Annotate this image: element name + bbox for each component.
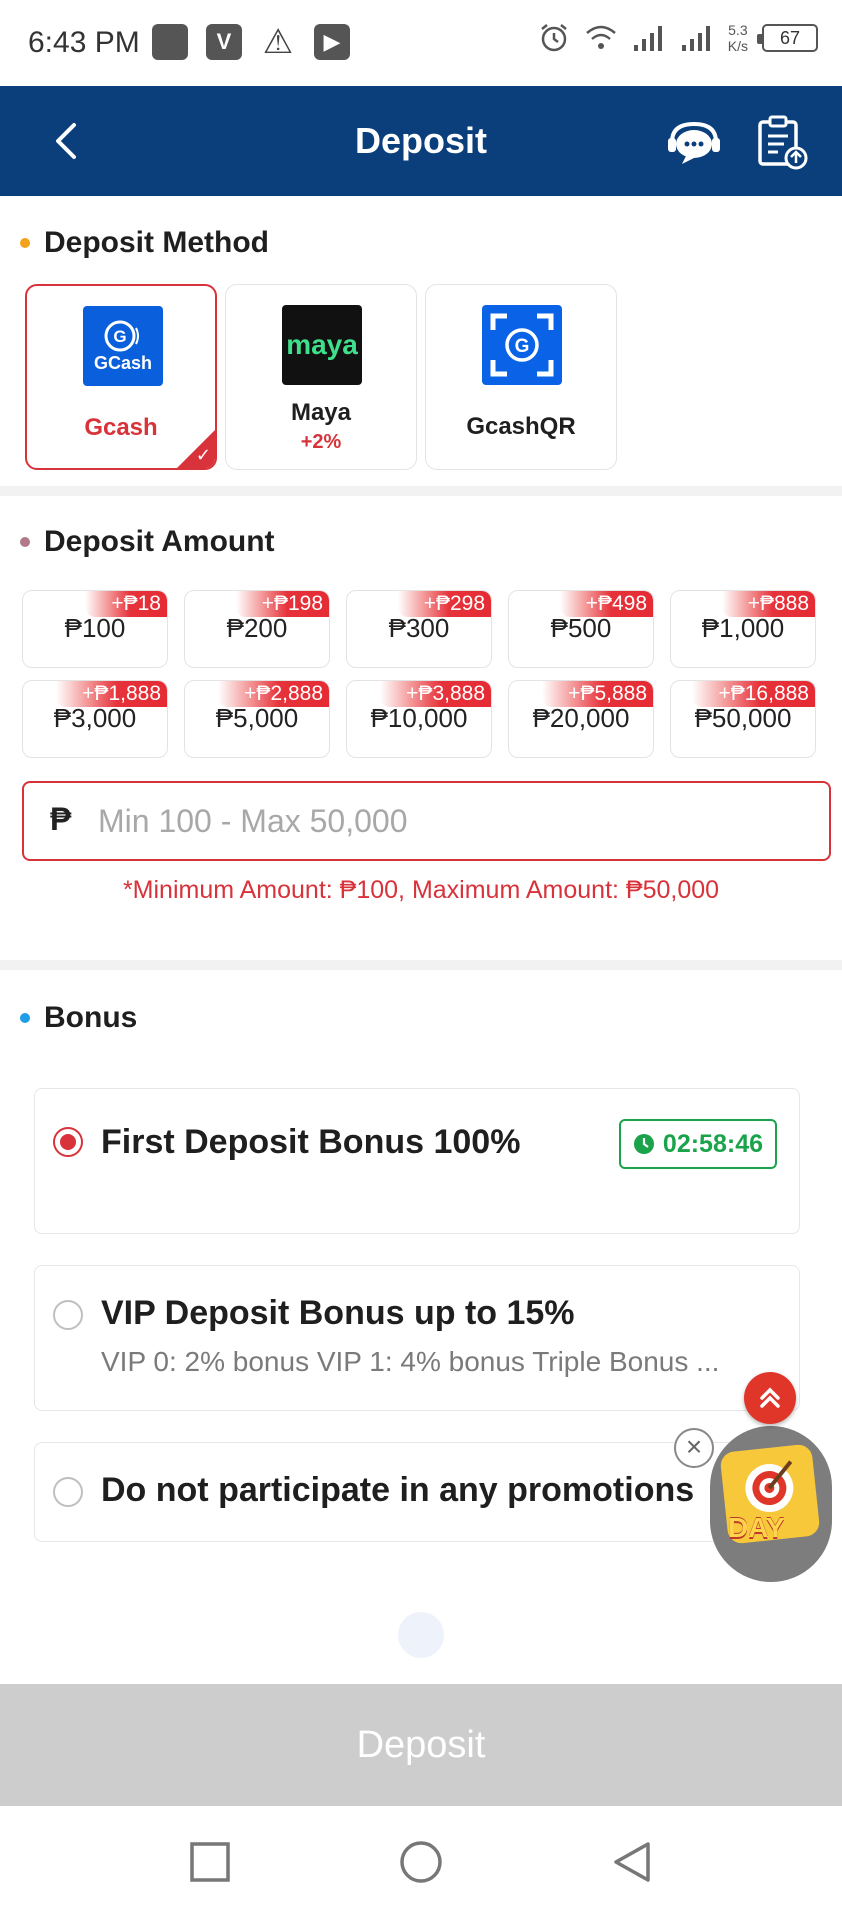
back-nav-button[interactable]	[610, 1840, 654, 1884]
maya-logo: maya	[282, 305, 362, 385]
amount-option[interactable]: +₱498 ₱500	[508, 590, 654, 668]
warning-icon: ⚠	[262, 23, 294, 61]
alarm-icon	[540, 24, 567, 52]
amount-limit-note: *Minimum Amount: ₱100, Maximum Amount: ₱…	[122, 876, 720, 904]
maya-logo-text: maya	[286, 329, 358, 360]
deposit-records-button[interactable]	[752, 112, 812, 172]
method-card-gcash[interactable]: G GCash Gcash ✓	[25, 284, 217, 470]
triangle-back-icon	[614, 1842, 650, 1882]
amount-option[interactable]: +₱1,888 ₱3,000	[22, 680, 168, 758]
amount-value: ₱5,000	[215, 703, 299, 733]
customer-service-button[interactable]	[664, 112, 724, 172]
section-divider	[0, 486, 842, 496]
bonus-heading: Bonus	[20, 1001, 137, 1035]
daily-event-widget[interactable]: DAY	[710, 1426, 832, 1582]
bonus-title: Do not participate in any promotions	[101, 1471, 695, 1509]
bonus-option-vip[interactable]: VIP Deposit Bonus up to 15% VIP 0: 2% bo…	[34, 1265, 800, 1411]
amount-option[interactable]: +₱888 ₱1,000	[670, 590, 816, 668]
amount-value: ₱3,000	[53, 703, 137, 733]
method-name: GcashQR	[466, 413, 576, 440]
check-icon: ✓	[195, 445, 211, 465]
android-nav-bar	[0, 1806, 842, 1920]
section-dot	[20, 1013, 30, 1023]
day-label: DAY	[728, 1512, 785, 1543]
peso-icon: ₱	[50, 801, 72, 837]
amount-value: ₱200	[226, 613, 288, 643]
video-app-notification-icon: ▶	[314, 24, 350, 60]
signal-icon-1	[633, 26, 662, 51]
radio-unselected[interactable]	[53, 1300, 83, 1330]
amount-value: ₱50,000	[694, 703, 792, 733]
deposit-submit-button[interactable]: Deposit	[0, 1684, 842, 1806]
amount-value: ₱500	[550, 613, 612, 643]
gcash-g-icon: G	[104, 320, 139, 351]
bonus-title: VIP Deposit Bonus up to 15%	[101, 1294, 575, 1332]
svg-text:G: G	[515, 336, 530, 357]
gallery-notification-icon	[152, 24, 188, 60]
gcash-logo-text: GCash	[93, 352, 153, 373]
status-time: 6:43 PM	[28, 26, 140, 59]
amount-option[interactable]: +₱3,888 ₱10,000	[346, 680, 492, 758]
section-dot	[20, 537, 30, 547]
amount-value: ₱100	[64, 613, 126, 643]
section-title: Bonus	[44, 1001, 138, 1034]
home-button[interactable]	[399, 1840, 443, 1884]
section-title: Deposit Amount	[44, 525, 275, 558]
clipboard-upload-icon	[758, 115, 808, 170]
amount-option[interactable]: +₱16,888 ₱50,000	[670, 680, 816, 758]
v-app-notification-icon: V	[206, 24, 242, 60]
status-bar: 6:43 PM V ⚠ ▶ 5.3 K/s 67	[0, 0, 842, 86]
network-speed: 5.3 K/s	[728, 22, 748, 54]
method-bonus: +2%	[300, 431, 342, 453]
amount-value: ₱300	[388, 613, 450, 643]
close-widget-button[interactable]: ×	[674, 1428, 714, 1468]
close-icon: ×	[685, 1431, 703, 1462]
section-dot	[20, 238, 30, 248]
circle-icon	[400, 1841, 442, 1883]
gcash-logo: G GCash	[83, 306, 163, 386]
deposit-amount-heading: Deposit Amount	[20, 525, 275, 559]
amount-value: ₱20,000	[532, 703, 630, 733]
amount-input-box[interactable]: ₱	[22, 781, 831, 861]
deposit-method-heading: Deposit Method	[20, 226, 269, 260]
method-card-maya[interactable]: maya Maya +2%	[225, 284, 417, 470]
battery-icon: 67	[757, 24, 818, 52]
amount-input[interactable]	[98, 793, 798, 849]
section-divider	[0, 960, 842, 970]
qr-scan-icon: G	[490, 313, 554, 377]
amount-option[interactable]: +₱298 ₱300	[346, 590, 492, 668]
recent-apps-button[interactable]	[188, 1840, 232, 1884]
amount-value: ₱1,000	[701, 613, 785, 643]
bonus-title: First Deposit Bonus 100%	[101, 1123, 521, 1161]
faint-decoration	[398, 1612, 444, 1658]
scroll-top-button[interactable]	[744, 1372, 796, 1424]
app-header: Deposit	[0, 86, 842, 196]
timer-value: 02:58:46	[662, 1129, 763, 1158]
amount-option[interactable]: +₱2,888 ₱5,000	[184, 680, 330, 758]
signal-icon-2	[681, 26, 710, 51]
gcashqr-logo: G	[482, 305, 562, 385]
radio-selected[interactable]	[53, 1127, 83, 1157]
bonus-description: VIP 0: 2% bonus VIP 1: 4% bonus Triple B…	[101, 1346, 720, 1377]
method-name: Maya	[290, 399, 352, 426]
double-chevron-up-icon	[760, 1387, 780, 1408]
network-speed-unit: K/s	[727, 38, 748, 54]
bonus-countdown-timer: 02:58:46	[618, 1119, 777, 1169]
clock-icon	[633, 1134, 654, 1154]
chat-support-icon	[668, 121, 720, 164]
system-indicators: 5.3 K/s 67	[538, 22, 818, 54]
wifi-icon	[585, 25, 616, 49]
amount-option[interactable]: +₱5,888 ₱20,000	[508, 680, 654, 758]
radio-unselected[interactable]	[53, 1477, 83, 1507]
notification-icons: V ⚠ ▶	[152, 23, 350, 61]
method-card-gcashqr[interactable]: G GcashQR	[425, 284, 617, 470]
square-icon	[190, 1842, 230, 1882]
svg-text:G: G	[113, 327, 126, 346]
network-speed-value: 5.3	[728, 22, 748, 38]
amount-option[interactable]: +₱198 ₱200	[184, 590, 330, 668]
bonus-option-first-deposit[interactable]: First Deposit Bonus 100% 02:58:46	[34, 1088, 800, 1234]
amount-value: ₱10,000	[370, 703, 468, 733]
section-title: Deposit Method	[44, 226, 269, 259]
amount-option[interactable]: +₱18 ₱100	[22, 590, 168, 668]
